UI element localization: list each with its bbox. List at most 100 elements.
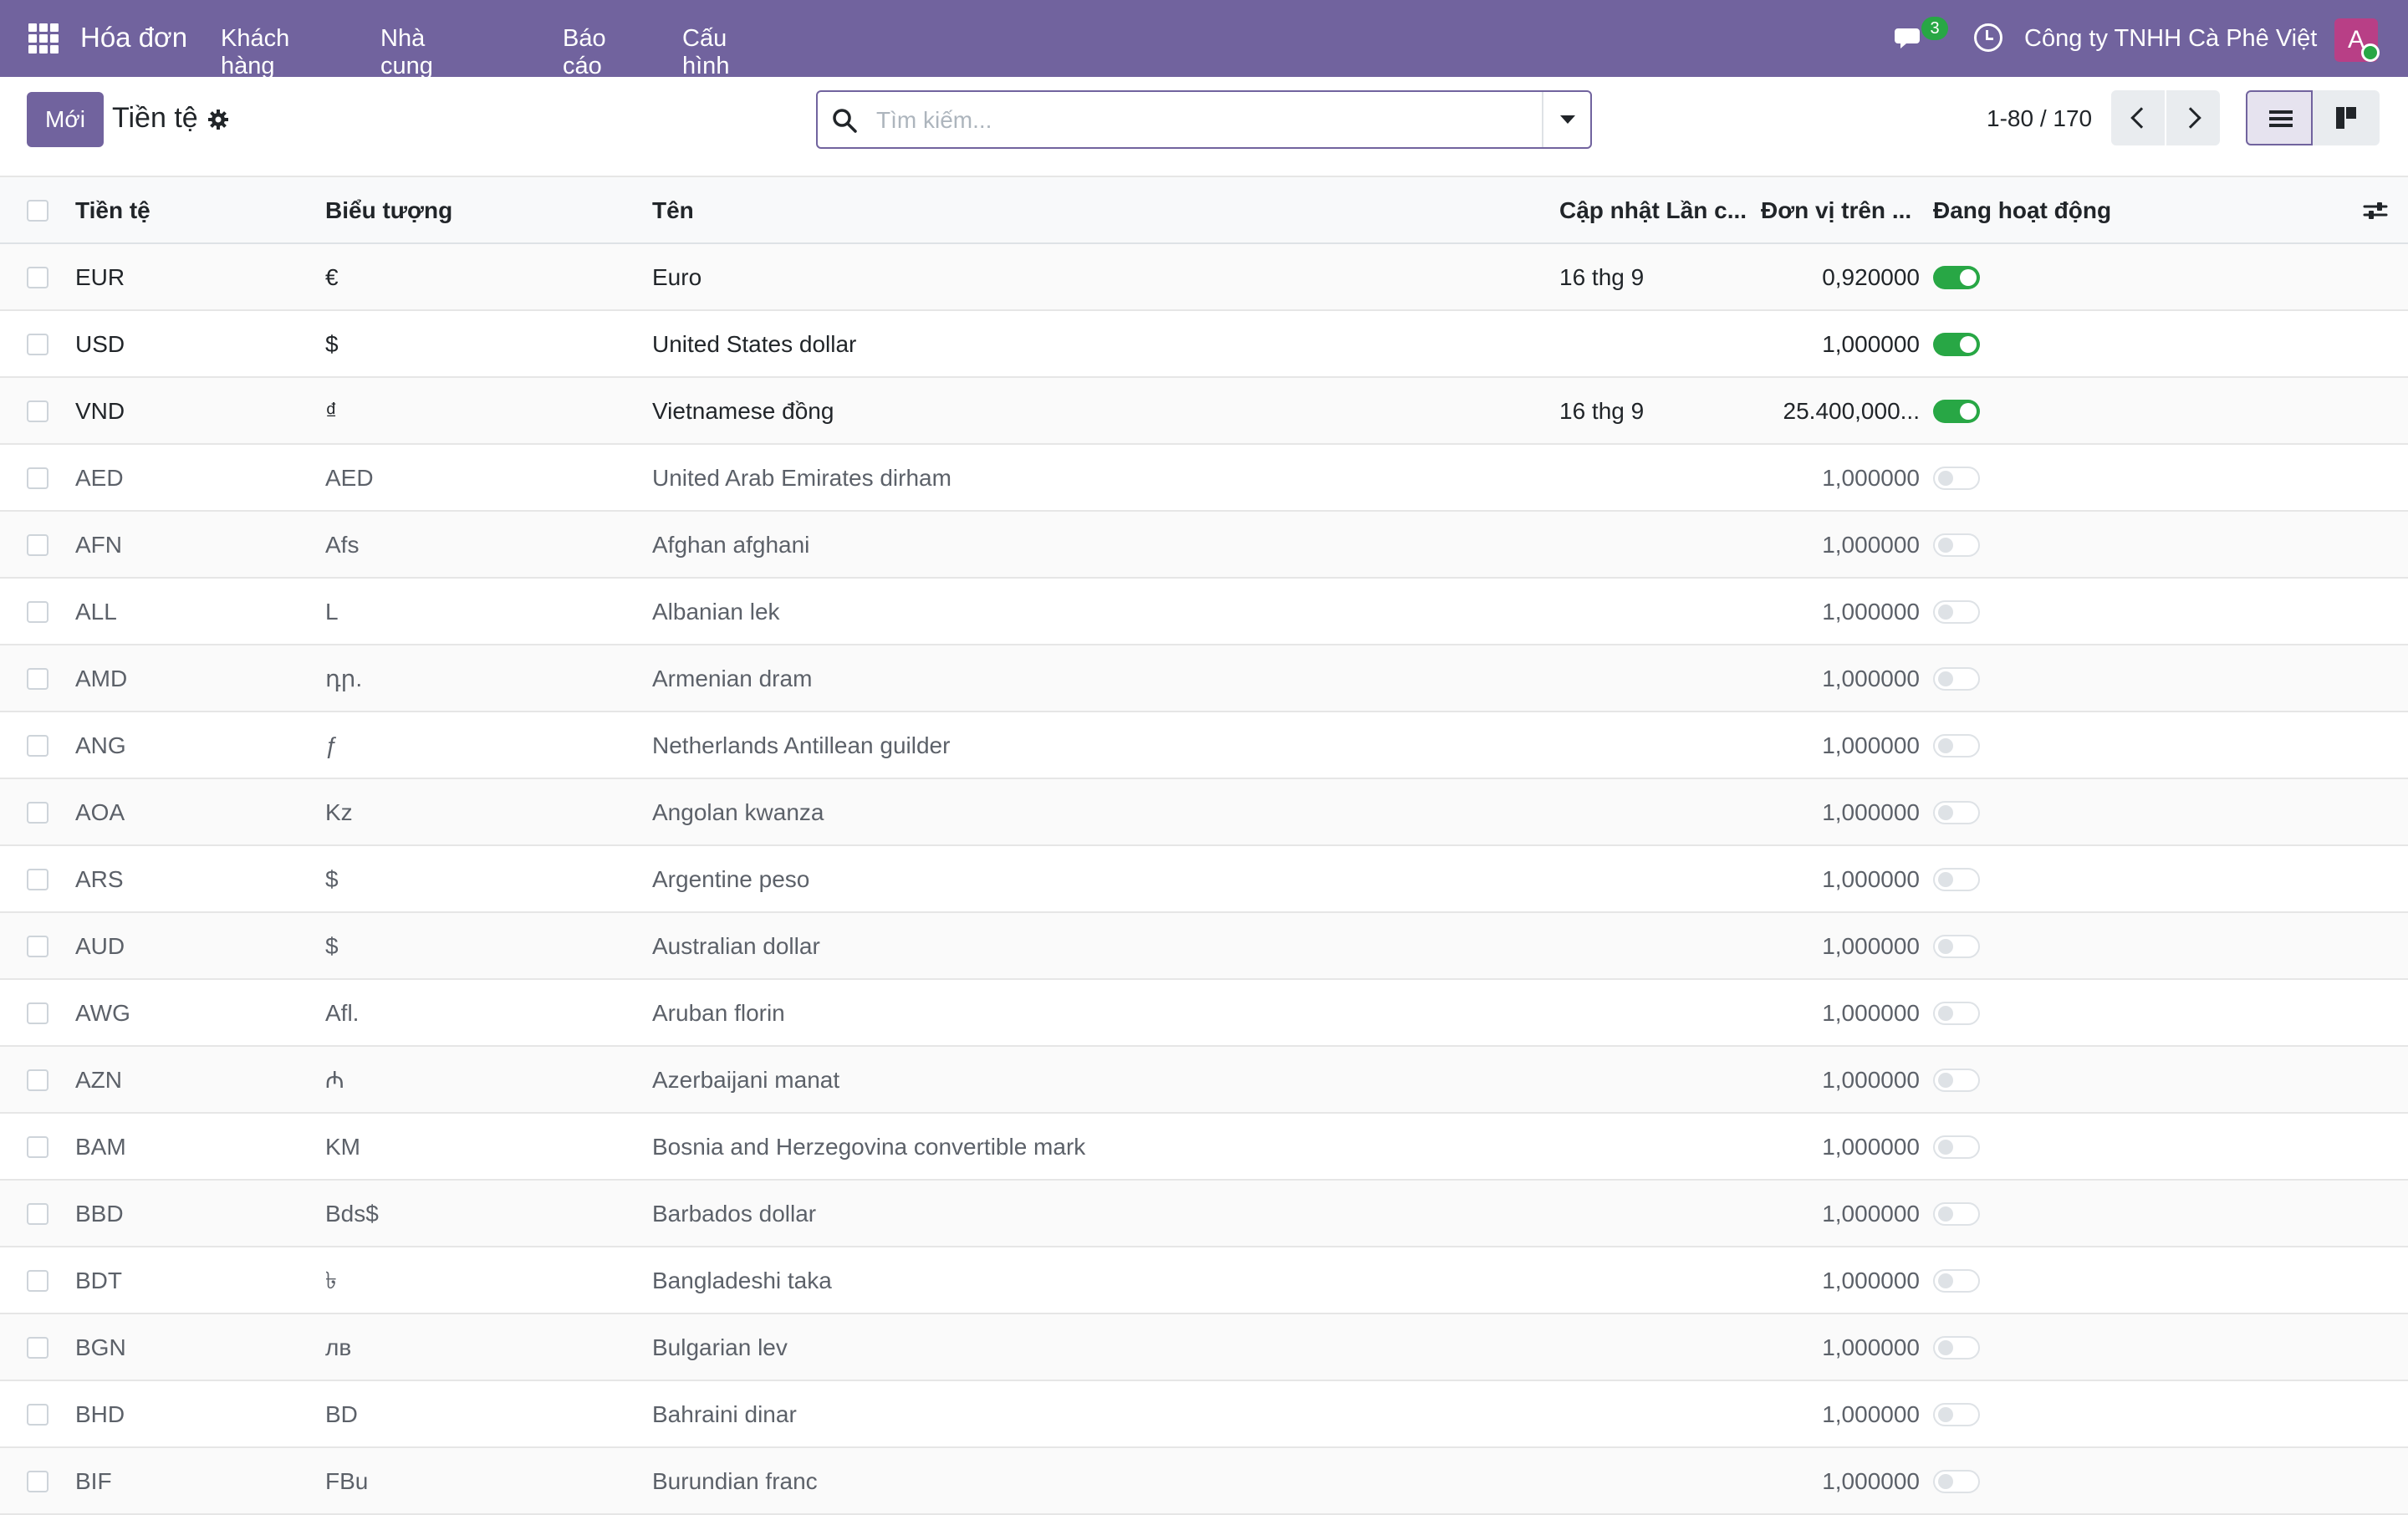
table-row[interactable]: AUD $ Australian dollar 1,000000 xyxy=(0,913,2408,980)
cell-symbol: AED xyxy=(325,465,374,491)
active-toggle[interactable] xyxy=(1933,734,1980,758)
row-checkbox[interactable] xyxy=(27,802,48,824)
active-toggle[interactable] xyxy=(1933,333,1980,356)
select-all-checkbox[interactable] xyxy=(27,200,48,222)
active-toggle[interactable] xyxy=(1933,868,1980,891)
row-checkbox[interactable] xyxy=(27,1337,48,1359)
cell-active xyxy=(1933,712,2184,779)
kanban-view-button[interactable] xyxy=(2313,90,2380,145)
app-title[interactable]: Hóa đơn xyxy=(80,22,187,54)
row-checkbox[interactable] xyxy=(27,735,48,757)
cell-symbol: лв xyxy=(325,1334,352,1360)
active-toggle[interactable] xyxy=(1933,467,1980,490)
row-checkbox[interactable] xyxy=(27,1136,48,1158)
row-checkbox[interactable] xyxy=(27,467,48,489)
pager-next-button[interactable] xyxy=(2166,90,2220,145)
row-checkbox[interactable] xyxy=(27,936,48,957)
active-toggle[interactable] xyxy=(1933,1403,1980,1426)
list-view-button[interactable] xyxy=(2246,90,2313,145)
row-select-cell xyxy=(27,779,52,846)
cell-last-update xyxy=(1559,913,1752,980)
row-checkbox[interactable] xyxy=(27,400,48,422)
row-checkbox[interactable] xyxy=(27,1002,48,1024)
active-toggle[interactable] xyxy=(1933,600,1980,624)
row-checkbox[interactable] xyxy=(27,869,48,890)
table-row[interactable]: BHD BD Bahraini dinar 1,000000 xyxy=(0,1381,2408,1448)
active-toggle[interactable] xyxy=(1933,533,1980,557)
cell-name: United Arab Emirates dirham xyxy=(652,465,951,491)
cell-currency-code: ALL xyxy=(75,599,117,625)
row-checkbox[interactable] xyxy=(27,1471,48,1492)
table-row[interactable]: ALL L Albanian lek 1,000000 xyxy=(0,579,2408,645)
header-rate[interactable]: Đơn vị trên ... xyxy=(1761,177,1920,244)
table-row[interactable]: USD $ United States dollar 1,000000 xyxy=(0,311,2408,378)
menu-item-configuration[interactable]: Cấu hình xyxy=(682,25,729,80)
active-toggle[interactable] xyxy=(1933,801,1980,824)
row-checkbox[interactable] xyxy=(27,1404,48,1426)
header-name[interactable]: Tên xyxy=(652,177,1547,244)
chat-icon[interactable] xyxy=(1895,25,1925,52)
table-row[interactable]: BDT ৳ Bangladeshi taka 1,000000 xyxy=(0,1247,2408,1314)
table-row[interactable]: AZN ₼ Azerbaijani manat 1,000000 xyxy=(0,1047,2408,1114)
table-row[interactable]: VND ₫ Vietnamese đồng 16 thg 9 25.400,00… xyxy=(0,378,2408,445)
cell-last-update: 16 thg 9 xyxy=(1559,264,1645,290)
active-toggle[interactable] xyxy=(1933,1135,1980,1159)
active-toggle[interactable] xyxy=(1933,1470,1980,1493)
table-row[interactable]: AMD դր. Armenian dram 1,000000 xyxy=(0,645,2408,712)
cell-last-update xyxy=(1559,980,1752,1047)
cell-active xyxy=(1933,846,2184,913)
row-select-cell xyxy=(27,712,52,779)
table-row[interactable]: AED AED United Arab Emirates dirham 1,00… xyxy=(0,445,2408,512)
row-checkbox[interactable] xyxy=(27,668,48,690)
header-currency[interactable]: Tiền tệ xyxy=(75,177,309,244)
cell-currency-code: AWG xyxy=(75,1000,130,1026)
search-options-toggle[interactable] xyxy=(1542,92,1590,147)
row-checkbox[interactable] xyxy=(27,334,48,355)
active-toggle[interactable] xyxy=(1933,1069,1980,1092)
active-toggle[interactable] xyxy=(1933,667,1980,691)
cell-name: Burundian franc xyxy=(652,1468,818,1494)
active-toggle[interactable] xyxy=(1933,1269,1980,1293)
active-toggle[interactable] xyxy=(1933,1002,1980,1025)
row-checkbox[interactable] xyxy=(27,1069,48,1091)
optional-columns-icon[interactable] xyxy=(2363,199,2388,222)
cell-rate: 1,000000 xyxy=(1822,1268,1920,1293)
row-checkbox[interactable] xyxy=(27,534,48,556)
table-row[interactable]: AOA Kz Angolan kwanza 1,000000 xyxy=(0,779,2408,846)
search-input[interactable] xyxy=(876,104,1512,137)
cell-currency-code: AZN xyxy=(75,1067,122,1093)
row-checkbox[interactable] xyxy=(27,1203,48,1225)
table-row[interactable]: ARS $ Argentine peso 1,000000 xyxy=(0,846,2408,913)
active-toggle[interactable] xyxy=(1933,1202,1980,1226)
table-row[interactable]: BIF FBu Burundian franc 1,000000 xyxy=(0,1448,2408,1515)
header-symbol[interactable]: Biểu tượng xyxy=(325,177,626,244)
row-checkbox[interactable] xyxy=(27,267,48,288)
company-switcher[interactable]: Công ty TNHH Cà Phê Việt xyxy=(2024,25,2317,53)
active-toggle[interactable] xyxy=(1933,400,1980,423)
row-checkbox[interactable] xyxy=(27,601,48,623)
table-row[interactable]: BBD Bds$ Barbados dollar 1,000000 xyxy=(0,1181,2408,1247)
menu-item-customers[interactable]: Khách hàng xyxy=(221,25,289,80)
pager-value[interactable]: 1-80 / 170 xyxy=(1987,105,2092,132)
active-toggle[interactable] xyxy=(1933,1336,1980,1359)
table-row[interactable]: AFN Afs Afghan afghani 1,000000 xyxy=(0,512,2408,579)
cell-currency-code: AOA xyxy=(75,799,125,825)
table-row[interactable]: EUR € Euro 16 thg 9 0,920000 xyxy=(0,244,2408,311)
row-checkbox[interactable] xyxy=(27,1270,48,1292)
row-select-cell xyxy=(27,445,52,512)
menu-item-reports[interactable]: Báo cáo xyxy=(563,25,606,80)
table-row[interactable]: BAM KM Bosnia and Herzegovina convertibl… xyxy=(0,1114,2408,1181)
active-toggle[interactable] xyxy=(1933,266,1980,289)
active-toggle[interactable] xyxy=(1933,935,1980,958)
gear-icon[interactable] xyxy=(207,109,229,130)
pager-previous-button[interactable] xyxy=(2111,90,2165,145)
activity-clock-icon[interactable] xyxy=(1974,23,2002,52)
header-last-update[interactable]: Cập nhật Lần c... xyxy=(1559,177,1752,244)
apps-grid-icon[interactable] xyxy=(28,23,59,54)
table-row[interactable]: BGN лв Bulgarian lev 1,000000 xyxy=(0,1314,2408,1381)
new-button[interactable]: Mới xyxy=(27,92,104,147)
header-active[interactable]: Đang hoạt động xyxy=(1933,177,2184,244)
select-all-cell xyxy=(27,177,52,244)
table-row[interactable]: ANG ƒ Netherlands Antillean guilder 1,00… xyxy=(0,712,2408,779)
table-row[interactable]: AWG Afl. Aruban florin 1,000000 xyxy=(0,980,2408,1047)
